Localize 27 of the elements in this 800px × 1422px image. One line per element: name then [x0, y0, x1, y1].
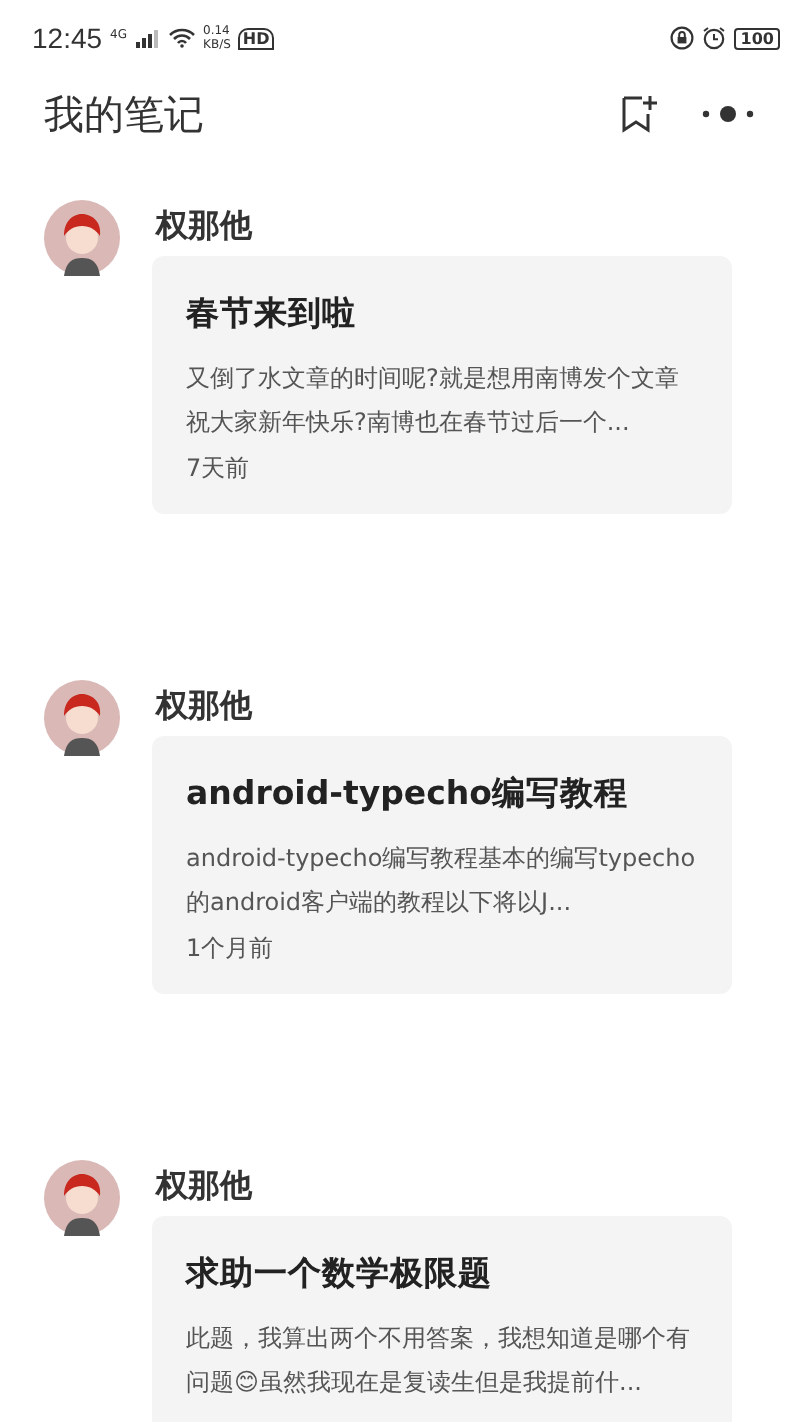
note-card[interactable]: 春节来到啦 又倒了水文章的时间呢?就是想用南博发个文章祝大家新年快乐?南博也在春节过后一个... 7天前	[152, 256, 732, 514]
battery-indicator: 100	[734, 27, 780, 49]
alarm-icon	[702, 26, 727, 50]
note-title: android-typecho编写教程	[186, 772, 630, 816]
note-card[interactable]: android-typecho编写教程 android-typecho编写教程基本的编写typecho的android客户端的教程以下将以J... 1个月前	[152, 736, 732, 994]
note-card[interactable]: 求助一个数学极限题 此题，我算出两个不用答案，我想知道是哪个有问题😊虽然我现在是复读生但是我提前什...	[152, 1216, 732, 1422]
author-name[interactable]: 权那他	[156, 686, 252, 728]
wifi-icon	[167, 28, 196, 48]
bookmark-add-icon[interactable]	[620, 94, 660, 134]
status-time: 12:45	[32, 22, 103, 54]
note-excerpt: android-typecho编写教程基本的编写typecho的android客户端的教程以下将以J...	[186, 842, 698, 920]
note-title: 春节来到啦	[186, 292, 358, 336]
note-excerpt: 又倒了水文章的时间呢?就是想用南博发个文章祝大家新年快乐?南博也在春节过后一个...	[186, 362, 681, 440]
author-name[interactable]: 权那他	[156, 206, 252, 248]
note-time: 7天前	[186, 452, 252, 486]
avatar-icon[interactable]	[44, 200, 120, 276]
note-excerpt: 此题，我算出两个不用答案，我想知道是哪个有问题😊虽然我现在是复读生但是我提前什...	[186, 1322, 692, 1400]
note-time: 1个月前	[186, 932, 276, 966]
note-title: 求助一个数学极限题	[186, 1252, 494, 1296]
lock-icon	[670, 26, 695, 50]
hd-label: HD	[238, 27, 274, 49]
more-icon[interactable]	[700, 104, 756, 124]
avatar-icon[interactable]	[44, 680, 120, 756]
author-name[interactable]: 权那他	[156, 1166, 252, 1208]
avatar-icon[interactable]	[44, 1160, 120, 1236]
signal-icon	[135, 29, 160, 47]
page-title: 我的笔记	[44, 87, 206, 141]
